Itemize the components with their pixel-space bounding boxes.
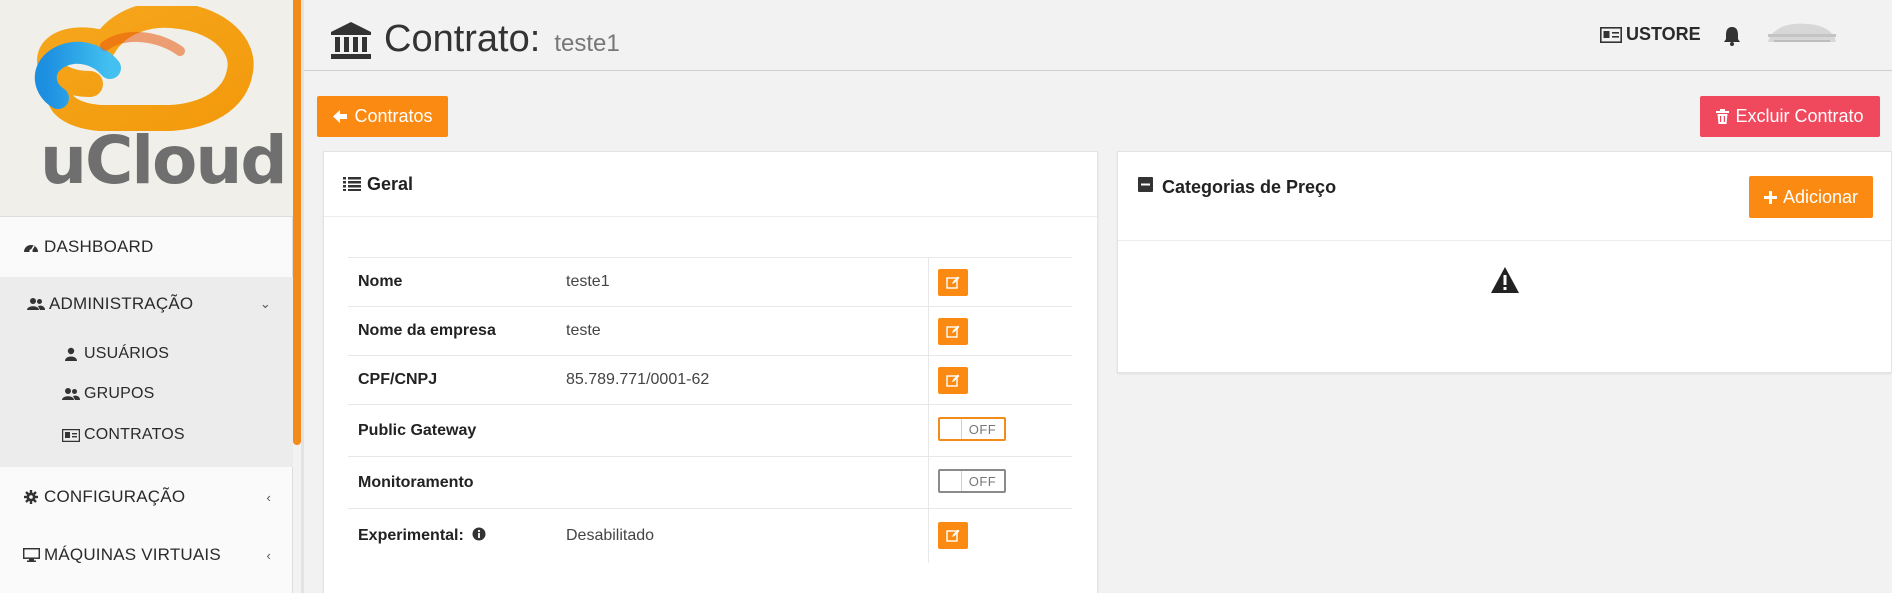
field-value: teste1 — [566, 273, 610, 290]
id-card-icon — [62, 427, 80, 443]
sidebar-item-virtual-machines[interactable]: MÁQUINAS VIRTUAIS ‹ — [0, 540, 293, 570]
edit-company-name-button[interactable] — [937, 317, 968, 345]
table-row: Experimental: Desabilitado — [348, 508, 1072, 563]
chevron-left-icon: ‹ — [266, 547, 271, 563]
list-icon — [343, 177, 361, 191]
avatar[interactable] — [1764, 18, 1840, 48]
plus-icon — [1763, 190, 1777, 204]
table-row: Public Gateway OFF — [348, 404, 1072, 457]
edit-icon — [945, 325, 959, 338]
general-panel-header: Geral — [324, 152, 1097, 217]
sidebar-item-dashboard[interactable]: DASHBOARD — [0, 232, 293, 262]
edit-icon — [945, 276, 959, 289]
sidebar-item-label: USUÁRIOS — [84, 345, 170, 362]
edit-icon — [945, 529, 959, 542]
page-title-text: Contrato: — [384, 18, 541, 60]
brand-name: uCloud — [40, 122, 288, 199]
id-card-icon — [1600, 26, 1622, 43]
sidebar-item-label: GRUPOS — [84, 385, 155, 402]
field-label: Nome — [358, 273, 403, 290]
table-row: Monitoramento OFF — [348, 456, 1072, 509]
chevron-left-icon: ‹ — [266, 489, 271, 505]
cloud-logo-icon — [34, 6, 254, 131]
field-label: Monitoramento — [358, 473, 474, 491]
edit-cpf-cnpj-button[interactable] — [937, 366, 968, 394]
sidebar: uCloud DASHBOARD ADMINISTRAÇÃO ⌄ USUÁRIO… — [0, 0, 293, 593]
users-icon — [27, 296, 45, 312]
field-value: 85.789.771/0001-62 — [566, 371, 710, 388]
warning-icon — [1491, 267, 1519, 293]
general-panel: Geral Nome teste1 Nome da empresa teste … — [323, 151, 1098, 593]
info-icon[interactable] — [472, 527, 486, 541]
field-label: Public Gateway — [358, 421, 477, 439]
page-subtitle: teste1 — [554, 30, 620, 57]
sidebar-item-groups[interactable]: GRUPOS — [0, 379, 293, 409]
field-value: teste — [566, 322, 601, 339]
general-details-table: Nome teste1 Nome da empresa teste CPF/CN… — [348, 257, 1072, 563]
sidebar-item-configuration[interactable]: CONFIGURAÇÃO ‹ — [0, 482, 293, 512]
sidebar-scrollbar-track[interactable] — [301, 0, 304, 593]
edit-name-button[interactable] — [937, 268, 968, 296]
delete-contract-button[interactable]: Excluir Contrato — [1700, 96, 1880, 137]
sidebar-item-label: MÁQUINAS VIRTUAIS — [44, 545, 221, 564]
bell-icon[interactable] — [1723, 26, 1741, 46]
edit-icon — [945, 374, 959, 387]
table-row: Nome teste1 — [348, 257, 1072, 307]
sidebar-item-contracts[interactable]: CONTRATOS — [0, 420, 293, 450]
sidebar-item-label: DASHBOARD — [44, 237, 154, 256]
field-label: Nome da empresa — [358, 322, 496, 339]
toggle-knob — [940, 419, 962, 439]
sidebar-item-administration[interactable]: ADMINISTRAÇÃO ⌄ — [0, 289, 293, 319]
edit-experimental-button[interactable] — [937, 522, 968, 550]
back-button-label: Contratos — [354, 106, 433, 126]
account-menu[interactable]: USTORE — [1600, 24, 1701, 45]
brand-logo[interactable]: uCloud — [0, 0, 293, 217]
field-label: Experimental: — [358, 526, 464, 544]
field-value: Desabilitado — [566, 526, 655, 544]
sidebar-item-label: ADMINISTRAÇÃO — [49, 294, 194, 313]
add-price-category-button[interactable]: Adicionar — [1749, 176, 1873, 218]
arrow-left-icon — [332, 109, 348, 124]
field-label: CPF/CNPJ — [358, 371, 438, 388]
sidebar-item-users[interactable]: USUÁRIOS — [0, 339, 293, 369]
toggle-knob — [940, 471, 962, 491]
delete-button-label: Excluir Contrato — [1735, 106, 1864, 126]
sidebar-item-label: CONFIGURAÇÃO — [44, 487, 186, 506]
public-gateway-toggle[interactable]: OFF — [937, 417, 1006, 441]
back-to-contracts-button[interactable]: Contratos — [317, 96, 448, 137]
toggle-state: OFF — [968, 473, 997, 489]
general-panel-title: Geral — [367, 173, 414, 194]
page-title: Contrato: teste1 — [330, 18, 620, 61]
sidebar-scrollbar-thumb[interactable] — [293, 0, 301, 445]
user-icon — [62, 346, 80, 362]
bank-icon — [331, 21, 371, 59]
sidebar-item-label: CONTRATOS — [84, 426, 185, 443]
add-button-label: Adicionar — [1782, 186, 1859, 207]
gear-icon — [22, 489, 40, 505]
price-categories-title: Categorias de Preço — [1162, 177, 1337, 197]
dashboard-icon — [22, 239, 40, 255]
minus-square-icon — [1138, 177, 1156, 192]
desktop-icon — [22, 547, 40, 563]
trash-icon — [1716, 109, 1730, 124]
monitoring-toggle[interactable]: OFF — [937, 469, 1006, 493]
account-name: USTORE — [1626, 24, 1701, 44]
table-row: CPF/CNPJ 85.789.771/0001-62 — [348, 355, 1072, 405]
users-icon — [62, 386, 80, 402]
table-row: Nome da empresa teste — [348, 306, 1072, 356]
chevron-down-icon: ⌄ — [259, 296, 271, 311]
toggle-state: OFF — [968, 421, 997, 437]
